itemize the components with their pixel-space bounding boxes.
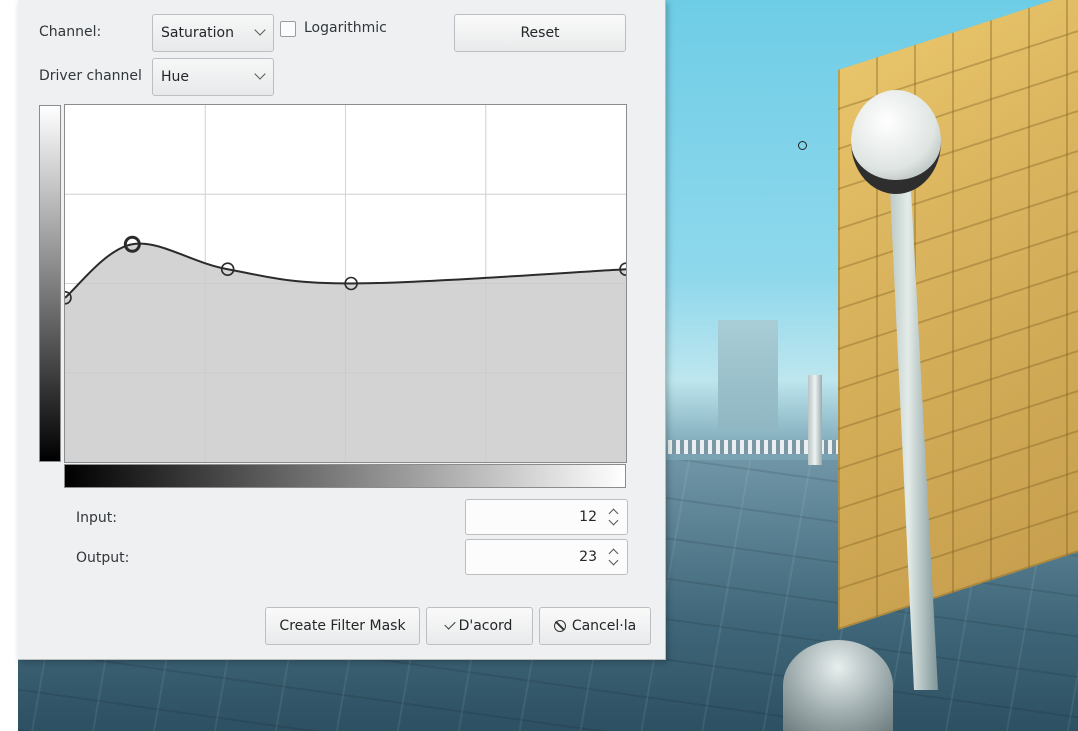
logarithmic-checkbox[interactable]	[280, 21, 296, 37]
trash-bin	[783, 640, 893, 731]
reset-button[interactable]: Reset	[454, 14, 626, 52]
chevron-down-icon	[254, 68, 266, 80]
output-label: Output:	[76, 550, 130, 566]
cancel-button[interactable]: Cancel·la	[539, 607, 651, 645]
output-spinbox[interactable]: 23	[465, 539, 628, 575]
create-filter-mask-button[interactable]: Create Filter Mask	[265, 607, 420, 645]
create-filter-mask-label: Create Filter Mask	[279, 618, 406, 634]
output-gradient-bar	[39, 105, 61, 462]
channel-combo[interactable]: Saturation	[152, 14, 274, 52]
cursor-marker-icon	[798, 141, 807, 150]
input-label: Input:	[76, 510, 117, 526]
curves-dialog: Channel: Saturation Logarithmic Reset Dr…	[18, 0, 666, 660]
input-gradient-bar	[64, 464, 626, 488]
curve-canvas[interactable]	[58, 105, 633, 462]
channel-label: Channel:	[39, 24, 102, 40]
yellow-tile-wall	[838, 0, 1078, 630]
chevron-down-icon	[254, 24, 266, 36]
spin-arrows-icon[interactable]	[607, 544, 621, 570]
channel-combo-value: Saturation	[161, 25, 234, 41]
logarithmic-label: Logarithmic	[304, 20, 387, 36]
driver-channel-combo-value: Hue	[161, 69, 190, 85]
input-value: 12	[579, 509, 597, 525]
output-value: 23	[579, 549, 597, 565]
check-icon	[443, 618, 456, 630]
ok-button-label: D'acord	[458, 618, 513, 634]
curve-editor[interactable]	[58, 104, 633, 463]
small-lamp-post	[808, 375, 822, 465]
cancel-icon	[553, 620, 566, 632]
reset-button-label: Reset	[520, 25, 560, 41]
input-spinbox[interactable]: 12	[465, 499, 628, 535]
driver-channel-combo[interactable]: Hue	[152, 58, 274, 96]
driver-channel-label: Driver channel	[39, 68, 142, 84]
cancel-button-label: Cancel·la	[571, 618, 637, 634]
lamp-globe	[851, 90, 941, 194]
ok-button[interactable]: D'acord	[426, 607, 533, 645]
distant-building	[718, 320, 778, 430]
spin-arrows-icon[interactable]	[607, 504, 621, 530]
